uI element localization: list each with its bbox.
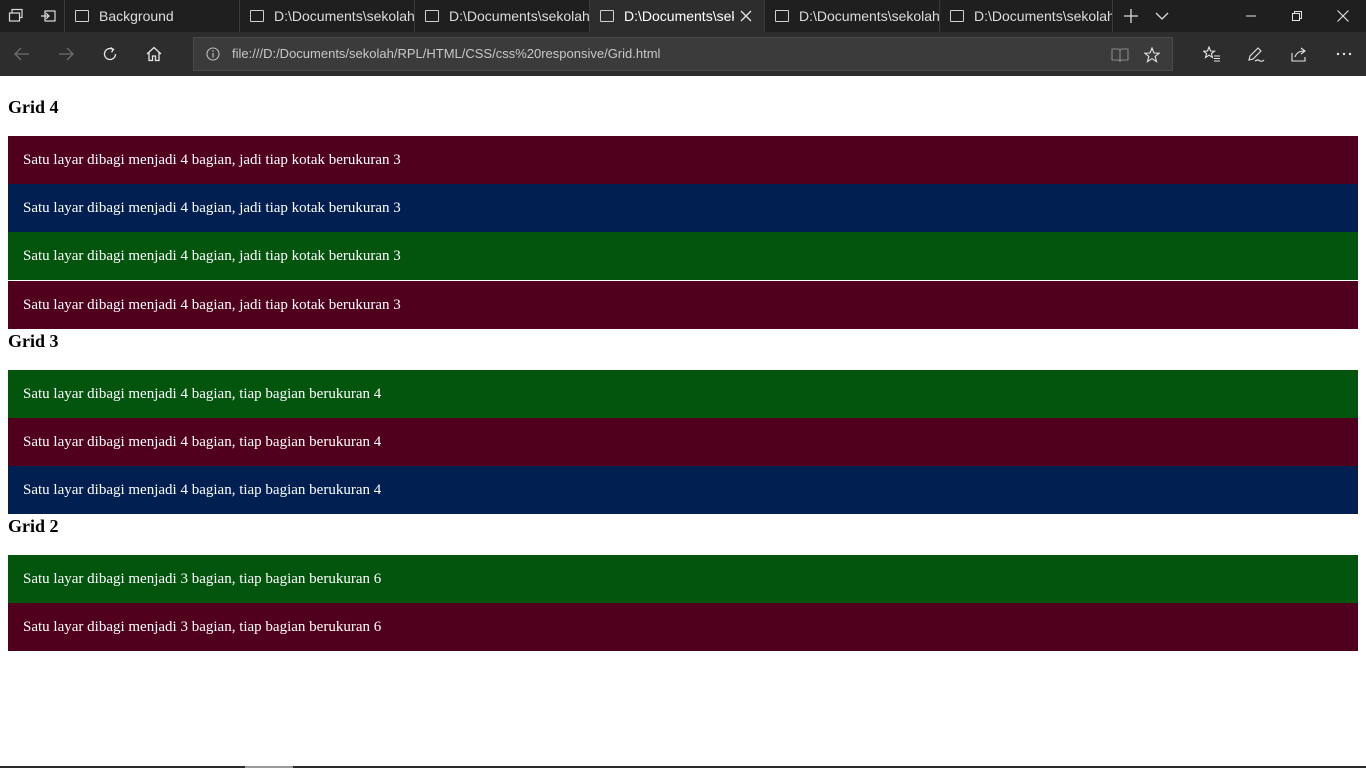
tab-document-1[interactable]: D:\Documents\sekolah\ bbox=[239, 0, 414, 32]
section-title-grid-4: Grid 4 bbox=[8, 97, 59, 117]
tab-manager-icon[interactable] bbox=[0, 0, 32, 32]
grid-box: Satu layar dibagi menjadi 4 bagian, tiap… bbox=[8, 370, 1358, 418]
home-icon bbox=[146, 46, 162, 62]
section-title-grid-3: Grid 3 bbox=[8, 331, 59, 351]
grid-box: Satu layar dibagi menjadi 4 bagian, tiap… bbox=[8, 418, 1358, 466]
tab-title: D:\Documents\seko bbox=[624, 8, 734, 24]
page-icon bbox=[950, 10, 964, 22]
close-icon bbox=[1337, 10, 1349, 22]
page-icon bbox=[425, 10, 439, 22]
tab-document-5[interactable]: D:\Documents\sekolah\ bbox=[939, 0, 1113, 32]
page-icon bbox=[250, 10, 264, 22]
grid-box: Satu layar dibagi menjadi 4 bagian, jadi… bbox=[8, 184, 1358, 232]
favorites-list-icon bbox=[1203, 46, 1220, 62]
web-page-content: Grid 4 Satu layar dibagi menjadi 4 bagia… bbox=[0, 76, 1366, 768]
browser-toolbar: file:///D:/Documents/sekolah/RPL/HTML/CS… bbox=[0, 32, 1366, 76]
address-bar[interactable]: file:///D:/Documents/sekolah/RPL/HTML/CS… bbox=[193, 37, 1173, 71]
favorite-star-icon[interactable] bbox=[1140, 43, 1164, 67]
minimize-button[interactable] bbox=[1228, 0, 1274, 32]
set-tabs-aside-icon[interactable] bbox=[32, 0, 64, 32]
tab-title: D:\Documents\sekolah\ bbox=[799, 8, 939, 24]
share-button[interactable] bbox=[1278, 32, 1322, 76]
grid-box: Satu layar dibagi menjadi 4 bagian, tiap… bbox=[8, 466, 1358, 514]
page-icon bbox=[775, 10, 789, 22]
tab-document-2[interactable]: D:\Documents\sekolah\ bbox=[414, 0, 589, 32]
web-note-button[interactable] bbox=[1234, 32, 1278, 76]
forward-arrow-icon bbox=[59, 47, 74, 61]
tab-document-4[interactable]: D:\Documents\sekolah\ bbox=[764, 0, 939, 32]
minimize-icon bbox=[1246, 15, 1256, 17]
page-icon bbox=[75, 10, 89, 22]
refresh-button[interactable] bbox=[88, 32, 132, 76]
reading-view-icon[interactable] bbox=[1108, 43, 1132, 67]
info-icon[interactable] bbox=[206, 47, 220, 61]
close-tab-icon[interactable] bbox=[738, 8, 754, 24]
tab-background[interactable]: Background bbox=[64, 0, 239, 32]
more-options-button[interactable] bbox=[1322, 32, 1366, 76]
tab-title: D:\Documents\sekolah\ bbox=[274, 8, 414, 24]
share-icon bbox=[1291, 47, 1306, 62]
section-title-grid-2: Grid 2 bbox=[8, 516, 59, 536]
forward-button[interactable] bbox=[44, 32, 88, 76]
back-button[interactable] bbox=[0, 32, 44, 76]
page-icon bbox=[600, 10, 614, 22]
address-url[interactable]: file:///D:/Documents/sekolah/RPL/HTML/CS… bbox=[232, 46, 660, 61]
refresh-icon bbox=[103, 46, 117, 61]
favorites-hub-button[interactable] bbox=[1190, 32, 1234, 76]
tab-document-active[interactable]: D:\Documents\seko bbox=[589, 0, 764, 32]
grid-box: Satu layar dibagi menjadi 4 bagian, jadi… bbox=[8, 281, 1358, 329]
grid-box: Satu layar dibagi menjadi 4 bagian, jadi… bbox=[8, 232, 1358, 280]
grid-box: Satu layar dibagi menjadi 3 bagian, tiap… bbox=[8, 603, 1358, 651]
close-window-button[interactable] bbox=[1320, 0, 1366, 32]
tab-strip: Background D:\Documents\sekolah\ D:\Docu… bbox=[0, 0, 1366, 32]
tab-title: Background bbox=[99, 8, 174, 24]
tab-title: D:\Documents\sekolah\ bbox=[974, 8, 1112, 24]
grid-box: Satu layar dibagi menjadi 4 bagian, jadi… bbox=[8, 136, 1358, 184]
restore-button[interactable] bbox=[1274, 0, 1320, 32]
ellipsis-icon bbox=[1336, 52, 1352, 56]
back-arrow-icon bbox=[14, 47, 29, 61]
tab-preview-chevron-down-icon[interactable] bbox=[1146, 0, 1178, 32]
pen-icon bbox=[1248, 47, 1265, 62]
restore-icon bbox=[1292, 11, 1302, 21]
grid-box: Satu layar dibagi menjadi 3 bagian, tiap… bbox=[8, 555, 1358, 603]
new-tab-icon[interactable] bbox=[1115, 0, 1147, 32]
home-button[interactable] bbox=[132, 32, 176, 76]
tab-title: D:\Documents\sekolah\ bbox=[449, 8, 589, 24]
